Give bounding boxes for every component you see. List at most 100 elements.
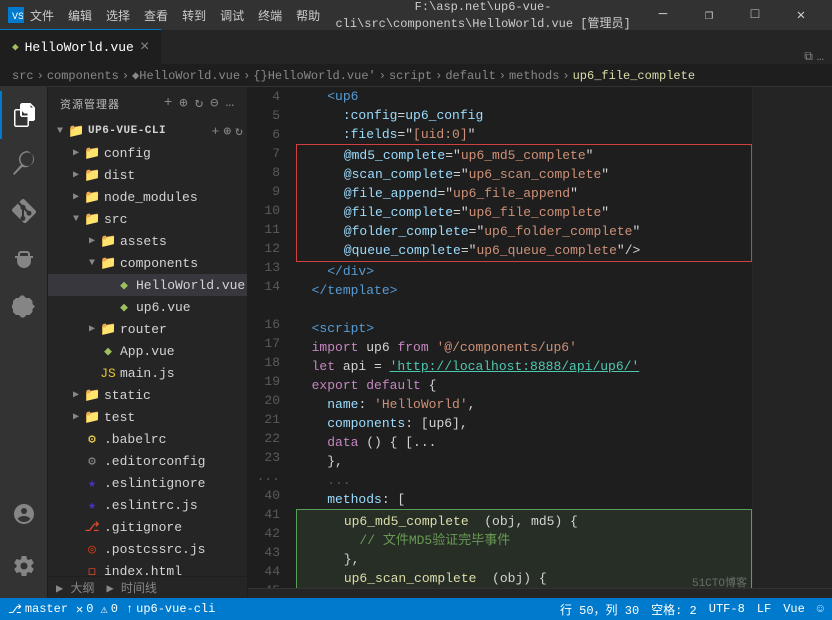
node-modules-label: node_modules: [104, 190, 198, 205]
tree-babelrc[interactable]: ⚙ .babelrc: [48, 428, 247, 450]
git-branch-status[interactable]: ⎇ master: [8, 602, 68, 617]
breadcrumb-methods[interactable]: methods: [509, 69, 559, 83]
tree-static[interactable]: ▶ 📁 static: [48, 384, 247, 406]
refresh-icon[interactable]: ↻: [195, 95, 204, 112]
language-status[interactable]: Vue: [783, 602, 805, 616]
split-editor-icon[interactable]: ⧉: [804, 50, 813, 64]
error-count: 0: [86, 602, 93, 616]
root-new-folder-icon[interactable]: ⊕: [223, 124, 231, 139]
tree-index-html[interactable]: ◻ index.html: [48, 560, 247, 576]
activity-debug[interactable]: [0, 235, 48, 283]
cursor-position[interactable]: 行 50，列 30: [560, 601, 639, 618]
breadcrumb-components[interactable]: components: [47, 69, 119, 83]
menu-edit[interactable]: 编辑: [62, 5, 98, 26]
outline-tab[interactable]: ▶ 大纲: [56, 579, 94, 596]
tree-up6-vue[interactable]: ◆ up6.vue: [48, 296, 247, 318]
restore-button[interactable]: □: [732, 0, 778, 30]
tree-main-js[interactable]: JS main.js: [48, 362, 247, 384]
git-branch-name: master: [25, 602, 68, 616]
menu-view[interactable]: 查看: [138, 5, 174, 26]
new-folder-icon[interactable]: ⊕: [179, 95, 188, 112]
more-tabs-icon[interactable]: …: [817, 50, 824, 64]
code-line-6: :fields="[uid:0]": [296, 125, 752, 144]
activity-extensions[interactable]: [0, 283, 48, 331]
gitignore-icon: ⎇: [84, 520, 100, 535]
tree-node-modules[interactable]: ▶ 📁 node_modules: [48, 186, 247, 208]
menu-terminal[interactable]: 终端: [252, 5, 288, 26]
indentation-status[interactable]: 空格: 2: [651, 601, 697, 618]
activity-search[interactable]: [0, 139, 48, 187]
config-arrow-icon: ▶: [68, 147, 84, 159]
tree-eslintignore[interactable]: ★ .eslintignore: [48, 472, 247, 494]
maximize-button[interactable]: ❐: [686, 0, 732, 30]
svg-text:VS: VS: [12, 12, 23, 22]
code-line-22: data () { [...: [296, 433, 752, 452]
vue-file-icon: ◆: [12, 40, 19, 54]
tree-root[interactable]: ▼ 📁 UP6-VUE-CLI + ⊕ ↻: [48, 120, 247, 142]
eslintignore-icon: ★: [84, 476, 100, 491]
helloworld-vue-icon: ◆: [116, 278, 132, 293]
breadcrumb-method[interactable]: up6_file_complete: [573, 69, 695, 83]
tab-close-button[interactable]: ×: [140, 38, 150, 56]
root-label: UP6-VUE-CLI: [88, 125, 166, 137]
editorconfig-label: .editorconfig: [104, 454, 205, 469]
eol-status[interactable]: LF: [757, 602, 771, 616]
tree-postcss[interactable]: ◎ .postcssrc.js: [48, 538, 247, 560]
project-status[interactable]: ↑ up6-vue-cli: [126, 602, 215, 616]
timeline-tab[interactable]: ▶ 时间线: [106, 579, 156, 596]
menu-help[interactable]: 帮助: [290, 5, 326, 26]
red-highlight-block: @md5_complete="up6_md5_complete" @scan_c…: [296, 144, 752, 262]
feedback-status[interactable]: ☺: [817, 602, 824, 616]
breadcrumb-script[interactable]: script: [389, 69, 432, 83]
tree-test[interactable]: ▶ 📁 test: [48, 406, 247, 428]
tree-src[interactable]: ▼ 📁 src: [48, 208, 247, 230]
tree-dist[interactable]: ▶ 📁 dist: [48, 164, 247, 186]
encoding-status[interactable]: UTF-8: [709, 602, 745, 616]
sidebar-more-icon[interactable]: …: [226, 95, 235, 112]
router-folder-icon: 📁: [100, 322, 116, 337]
editor-content: 4 5 6 7 8 9 10 11 12 13 14 16 17 18 19 2…: [248, 87, 832, 588]
activity-explorer[interactable]: [0, 91, 48, 139]
menu-file[interactable]: 文件: [24, 5, 60, 26]
collapse-all-icon[interactable]: ⊖: [210, 95, 219, 112]
code-line-23: },: [296, 452, 752, 471]
root-new-file-icon[interactable]: +: [212, 124, 220, 139]
close-button[interactable]: ✕: [778, 0, 824, 30]
breadcrumb-default[interactable]: default: [445, 69, 495, 83]
tree-gitignore[interactable]: ⎇ .gitignore: [48, 516, 247, 538]
tree-components[interactable]: ▼ 📁 components: [48, 252, 247, 274]
activity-git[interactable]: [0, 187, 48, 235]
title-bar: VS 文件 编辑 选择 查看 转到 调试 终端 帮助 F:\asp.net\up…: [0, 0, 832, 30]
menu-goto[interactable]: 转到: [176, 5, 212, 26]
tree-eslintrc[interactable]: ★ .eslintrc.js: [48, 494, 247, 516]
git-branch-icon: ⎇: [8, 602, 22, 617]
minimize-button[interactable]: ─: [640, 0, 686, 30]
activity-settings[interactable]: [0, 542, 48, 590]
sidebar: 资源管理器 + ⊕ ↻ ⊖ … ▼ 📁 UP6-VUE-CLI + ⊕ ↻: [48, 87, 248, 598]
breadcrumb-src[interactable]: src: [12, 69, 34, 83]
new-file-icon[interactable]: +: [164, 95, 173, 112]
root-refresh-icon[interactable]: ↻: [235, 124, 243, 139]
static-arrow-icon: ▶: [68, 389, 84, 401]
static-label: static: [104, 388, 151, 403]
breadcrumb-classname[interactable]: HelloWorld.vue': [268, 69, 376, 83]
breadcrumb-file[interactable]: HelloWorld.vue: [139, 69, 240, 83]
tree-helloworld[interactable]: ◆ HelloWorld.vue: [48, 274, 247, 296]
code-editor[interactable]: <up6 :config=up6_config :fields="[uid:0]…: [288, 87, 752, 588]
tree-assets[interactable]: ▶ 📁 assets: [48, 230, 247, 252]
tree-config[interactable]: ▶ 📁 config: [48, 142, 247, 164]
app-icon: VS: [8, 7, 24, 23]
tree-editorconfig[interactable]: ⚙ .editorconfig: [48, 450, 247, 472]
main-js-label: main.js: [120, 366, 175, 381]
tree-router[interactable]: ▶ 📁 router: [48, 318, 247, 340]
tree-app-vue[interactable]: ◆ App.vue: [48, 340, 247, 362]
menu-bar[interactable]: 文件 编辑 选择 查看 转到 调试 终端 帮助: [24, 5, 326, 26]
code-line-40: methods: [: [296, 490, 752, 509]
activity-account[interactable]: [0, 490, 48, 538]
tab-helloworld[interactable]: ◆ HelloWorld.vue ×: [0, 29, 162, 64]
window-controls[interactable]: ─ ❐ □ ✕: [640, 0, 824, 30]
menu-debug[interactable]: 调试: [214, 5, 250, 26]
feedback-icon: ☺: [817, 602, 824, 616]
menu-select[interactable]: 选择: [100, 5, 136, 26]
errors-status[interactable]: ✕ 0 ⚠ 0: [76, 602, 118, 617]
